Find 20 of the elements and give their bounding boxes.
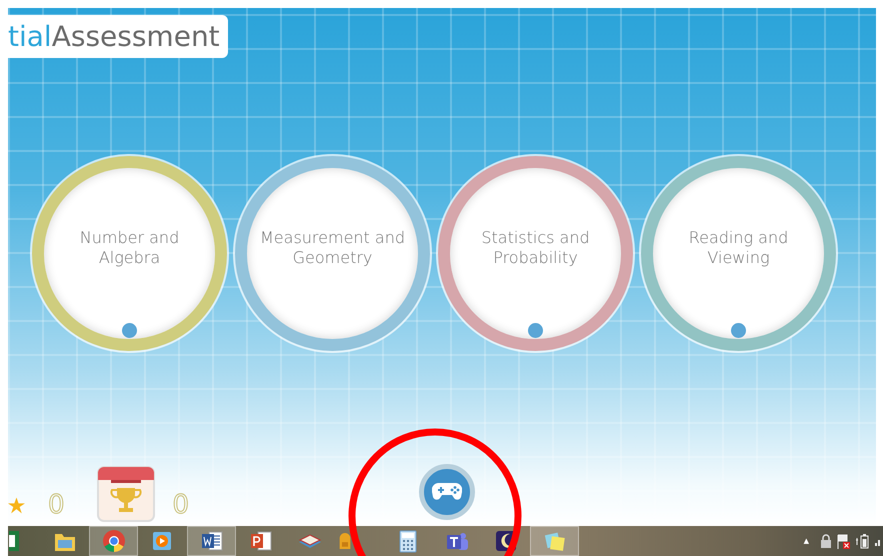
browser-icon <box>100 528 126 554</box>
topic-label: Reading and Viewing <box>688 228 790 268</box>
topic-circle[interactable]: Reading and Viewing <box>641 156 836 351</box>
topic-circle[interactable]: Number and Algebra <box>32 156 227 351</box>
topic-label: Measurement and Geometry <box>258 228 406 268</box>
trophy-count: 0 <box>172 490 190 520</box>
app-title: tialAssessment <box>8 15 228 58</box>
topic-label: Number and Algebra <box>78 228 180 268</box>
lock-icon[interactable] <box>820 534 832 548</box>
trophy-card-icon <box>96 466 155 522</box>
topic-circle[interactable]: Measurement and Geometry <box>235 156 430 351</box>
topic-circle[interactable]: Statistics and Probability <box>438 156 633 351</box>
backpack-icon <box>338 533 352 549</box>
topic-label: Statistics and Probability <box>480 228 591 268</box>
spreadsheet-icon <box>9 531 19 551</box>
gamepad-icon <box>432 482 462 502</box>
flag-error-icon[interactable] <box>837 534 851 548</box>
battery-icon[interactable] <box>856 534 870 548</box>
star-count: 0 <box>48 490 65 520</box>
taskbar-button[interactable] <box>187 526 236 556</box>
